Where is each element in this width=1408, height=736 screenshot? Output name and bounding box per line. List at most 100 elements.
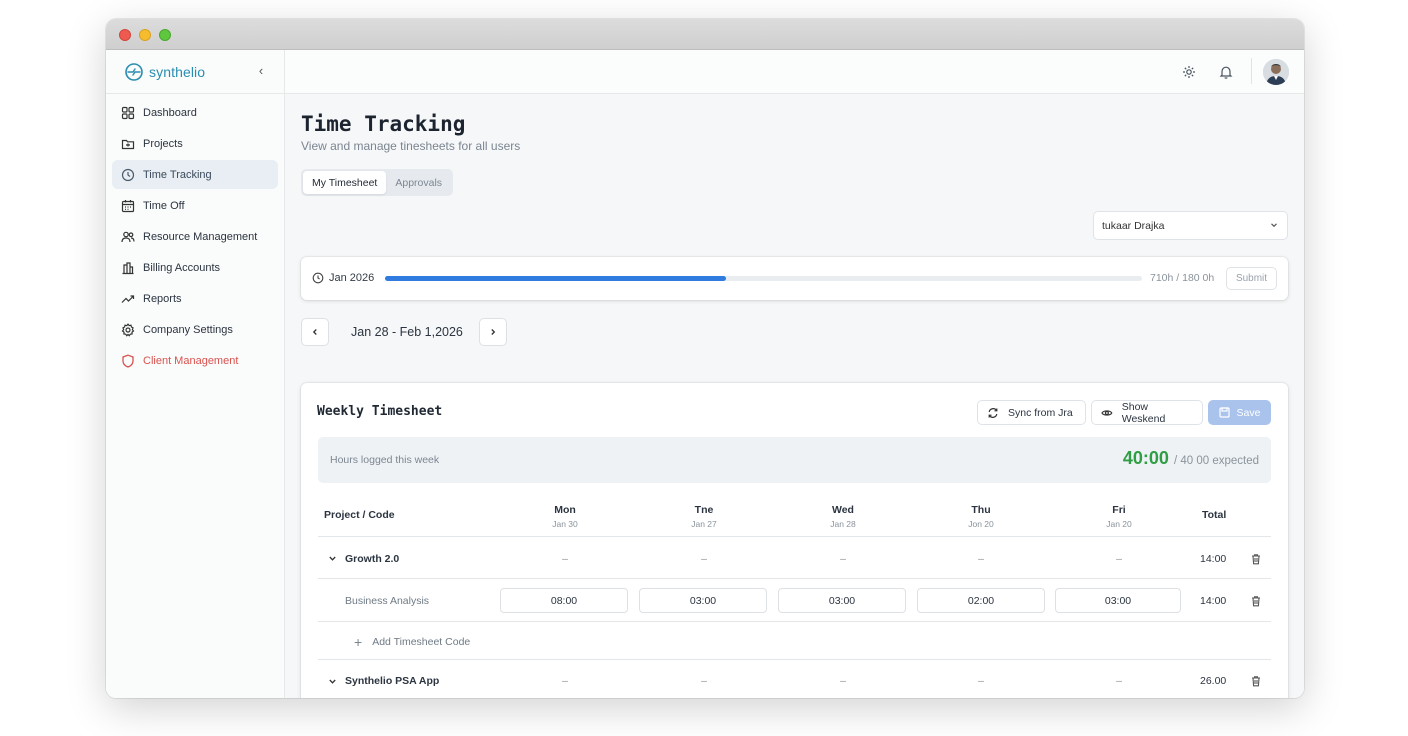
sidebar-item-resource-management[interactable]: Resource Management [112,222,278,251]
column-header-day: Tne Jan 27 [640,504,768,529]
day-date: Jan 27 [691,519,717,529]
page-subtitle: View and manage tinesheets for all users [301,139,521,153]
sidebar-item-label: Dashboard [143,106,197,119]
period-progress-bar [385,276,1142,281]
project-name: Synthelio PSA App [345,675,440,687]
hours-summary: Hours logged this week 40:00 / 40 00 exp… [318,437,1271,483]
sync-jira-label: Sync from Jra [1008,406,1073,419]
add-code-label: Add Timesheet Code [372,636,471,648]
trend-icon [121,294,135,303]
day-date: Jan 28 [830,519,856,529]
code-name: Business Analysis [345,595,430,607]
sidebar-item-time-tracking[interactable]: Time Tracking [112,160,278,189]
tab-my-timesheet[interactable]: My Timesheet [303,171,387,194]
table-cell: – [840,675,846,687]
day-date: Jon 20 [968,519,994,529]
sidebar-item-label: Time Tracking [143,168,212,181]
table-cell: – [562,675,568,687]
hours-logged: 40:00 [1122,448,1169,468]
shield-icon [122,354,134,368]
column-header-project: Project / Code [324,509,395,521]
refresh-icon [988,407,998,418]
sidebar-item-billing-accounts[interactable]: Billing Accounts [112,253,278,282]
next-week-button[interactable] [479,318,507,346]
period-hours: 710h / 180 0h [1150,272,1215,284]
calendar-icon [121,199,135,212]
table-cell: – [1116,553,1122,565]
period-progress-fill [385,276,726,281]
sidebar-item-label: Reports [143,292,182,305]
bell-icon[interactable] [1218,64,1234,80]
trash-icon[interactable] [1250,553,1262,565]
day-name: Tne [694,504,714,516]
row-total: 14:00 [1200,595,1227,607]
sidebar-item-reports[interactable]: Reports [112,284,278,313]
collapse-sidebar-icon[interactable]: ‹ [254,63,268,78]
chevron-down-icon[interactable] [328,677,337,686]
week-range: Jan 28 - Feb 1,2026 [351,325,463,339]
hours-input-wed[interactable] [778,588,906,613]
sidebar-nav: Dashboard Projects Time Tracking Time Of… [112,98,278,377]
trash-icon[interactable] [1250,595,1262,607]
minimize-window-button[interactable] [139,29,151,41]
previous-week-button[interactable] [301,318,329,346]
table-cell: – [978,675,984,687]
user-avatar-icon [1263,59,1289,85]
window-titlebar [106,19,1304,50]
day-date: Jan 30 [552,519,578,529]
sidebar-item-time-off[interactable]: Time Off [112,191,278,220]
table-cell: – [1116,675,1122,687]
clock-icon [121,168,135,181]
weekly-timesheet-card: Weekly Timesheet Sync from Jra Show Wesk… [301,383,1288,698]
submit-button[interactable]: Submit [1226,267,1277,290]
sidebar-item-label: Time Off [143,199,185,212]
hours-input-fri[interactable] [1055,588,1181,613]
gear-icon [121,322,135,337]
sidebar-item-label: Billing Accounts [143,261,221,274]
chevron-down-icon [1271,223,1277,228]
day-name: Fri [1112,504,1126,516]
avatar[interactable] [1263,59,1289,85]
brand[interactable]: synthelio [124,62,205,82]
hours-input-tue[interactable] [639,588,767,613]
hours-input-mon[interactable] [500,588,628,613]
row-total: 14:00 [1200,553,1227,565]
clock-icon [312,272,324,284]
sidebar-item-dashboard[interactable]: Dashboard [112,98,278,127]
dashboard-icon [121,106,135,119]
table-cell: – [701,553,707,565]
column-header-day: Mon Jan 30 [501,504,629,529]
app-window: synthelio ‹ Dashboard Projects Time Trac… [106,19,1304,698]
show-weekend-label: Show Weskend [1121,400,1166,425]
add-code-row: + Add Timesheet Code [318,622,1271,660]
sync-jira-button[interactable]: Sync from Jra [977,400,1086,425]
close-window-button[interactable] [119,29,131,41]
sidebar-item-company-settings[interactable]: Company Settings [112,315,278,344]
trash-icon[interactable] [1250,675,1262,687]
user-select[interactable]: tukaar Drajka [1093,211,1288,240]
timesheet-header-row: Project / Code Mon Jan 30 Tne Jan 27 Wed… [318,493,1271,537]
project-row-growth: Growth 2.0 – – – – – 14:00 [318,538,1271,579]
sidebar-item-client-management[interactable]: Client Management [112,346,278,375]
top-bar [285,50,1304,94]
save-icon [1218,407,1230,418]
save-button[interactable]: Save [1208,400,1271,425]
column-header-day: Fri Jan 20 [1055,504,1183,529]
sidebar-item-label: Client Management [143,354,239,367]
maximize-window-button[interactable] [159,29,171,41]
brand-name: synthelio [149,64,206,80]
main-content: Time Tracking View and manage tinesheets… [285,94,1304,698]
code-row-business-analysis: Business Analysis 14:00 [318,579,1271,622]
period-progress-card: Jan 2026 710h / 180 0h Submit [301,257,1288,300]
hours-input-thu[interactable] [917,588,1045,613]
tab-approvals[interactable]: Approvals [386,171,451,194]
plus-icon: + [354,634,363,650]
chevron-down-icon[interactable] [328,554,337,563]
row-total: 26.00 [1200,675,1227,687]
user-select-value: tukaar Drajka [1102,219,1165,232]
add-timesheet-code-button[interactable]: + Add Timesheet Code [354,634,471,650]
show-weekend-button[interactable]: Show Weskend [1091,400,1203,425]
sun-icon[interactable] [1181,64,1197,80]
folder-icon [121,139,135,149]
sidebar-item-projects[interactable]: Projects [112,129,278,158]
